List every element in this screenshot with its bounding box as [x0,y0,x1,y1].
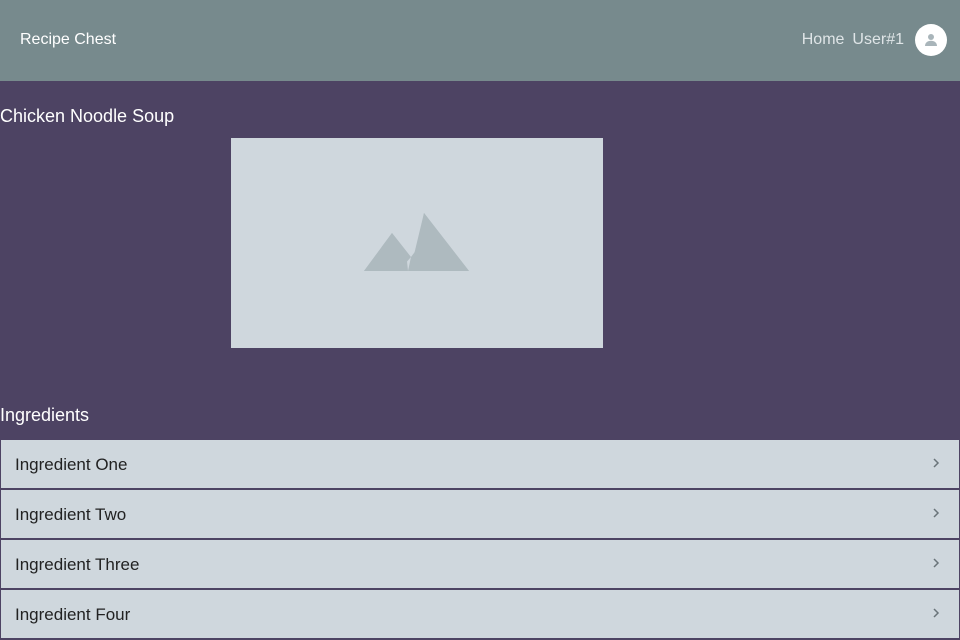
ingredient-item[interactable]: Ingredient One [1,440,959,488]
ingredient-label: Ingredient Four [15,605,131,624]
chevron-right-icon [933,558,940,568]
top-nav: Home User#1 [802,29,904,51]
chevron-right-icon [933,458,940,468]
nav-home-link[interactable]: Home [802,29,845,51]
ingredient-item[interactable]: Ingredient Three [1,540,959,588]
image-placeholder-icon [364,213,469,271]
chevron-right-icon [933,508,940,518]
ingredients-heading: Ingredients [0,405,90,425]
ingredient-list: Ingredient One Ingredient Two Ingredient… [0,440,960,640]
ingredient-label: Ingredient Three [15,555,140,574]
avatar[interactable] [915,24,947,56]
nav-user-link[interactable]: User#1 [852,29,904,51]
account-icon [925,34,937,46]
recipe-image [231,138,603,348]
ingredient-label: Ingredient Two [15,505,127,524]
app-bar: Recipe Chest Home User#1 [0,0,960,81]
recipe-title: Chicken Noodle Soup [0,106,175,126]
chevron-right-icon [933,608,940,618]
app-title[interactable]: Recipe Chest [20,29,116,51]
ingredient-item[interactable]: Ingredient Two [1,490,959,538]
ingredient-label: Ingredient One [15,455,128,474]
ingredient-item[interactable]: Ingredient Four [1,590,959,638]
